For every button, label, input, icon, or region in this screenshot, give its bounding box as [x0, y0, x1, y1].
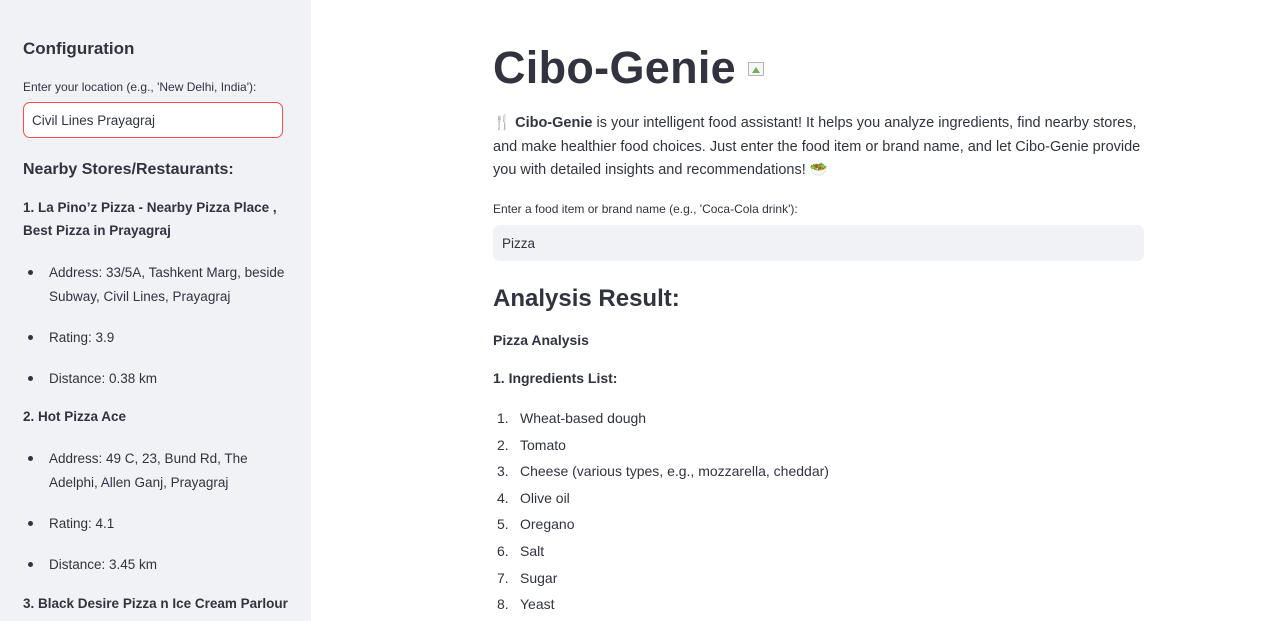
store-distance: Distance: 3.45 km [28, 553, 289, 577]
store-rating: Rating: 3.9 [28, 326, 289, 350]
list-item: 3. Cheese (various types, e.g., mozzarell… [493, 461, 829, 481]
list-item: 5. Oregano [493, 514, 574, 534]
list-item-text: Tomato [520, 437, 566, 453]
list-item: 4. Olive oil [493, 488, 570, 508]
list-item-number: 6. [497, 543, 509, 559]
main-content: Cibo-Genie 🍴 Cibo-Genie is your intellig… [311, 0, 1280, 621]
salad-icon: 🥗 [809, 162, 828, 178]
list-item-number: 7. [497, 570, 509, 586]
food-input-value: Pizza [502, 235, 536, 251]
location-input[interactable]: Civil Lines Prayagraj [23, 102, 283, 138]
fork-knife-icon: 🍴 [493, 115, 512, 131]
list-item-number: 5. [497, 516, 509, 532]
list-item-text: Salt [520, 543, 545, 559]
list-item-text: Olive oil [520, 490, 570, 506]
intro-app-name: Cibo-Genie [515, 115, 593, 131]
store-address: Address: 49 C, 23, Bund Rd, The Adelphi,… [28, 447, 289, 494]
list-item-text: Cheese (various types, e.g., mozzarella,… [520, 463, 829, 479]
list-item-text: Oregano [520, 516, 575, 532]
stores-heading: Nearby Stores/Restaurants: [23, 161, 234, 178]
food-input[interactable]: Pizza [493, 225, 1144, 261]
list-item: 7. Sugar [493, 568, 557, 588]
list-item-text: Sugar [520, 570, 558, 586]
store-address: Address: 33/5A, Tashkent Marg, beside Su… [28, 261, 289, 308]
sidebar-title: Configuration [23, 39, 135, 58]
list-item-text: Wheat-based dough [520, 410, 647, 426]
store-rating: Rating: 4.1 [28, 512, 289, 536]
result-heading: Analysis Result: [493, 285, 680, 312]
broken-image-icon [748, 62, 764, 76]
location-label: Enter your location (e.g., 'New Delhi, I… [23, 80, 257, 94]
store-name: 2. Hot Pizza Ace [23, 409, 127, 424]
store-distance: Distance: 0.38 km [28, 367, 289, 391]
list-item: 8. Yeast [493, 594, 555, 614]
store-name: 1. La Pino’z Pizza - Nearby Pizza Place … [23, 200, 277, 238]
analysis-title: Pizza Analysis [493, 332, 589, 348]
list-item-number: 2. [497, 437, 509, 453]
list-item-number: 3. [497, 463, 509, 479]
intro-text: 🍴 Cibo-Genie is your intelligent food as… [493, 112, 1148, 183]
ingredients-title: 1. Ingredients List: [493, 370, 618, 386]
location-input-value: Civil Lines Prayagraj [32, 112, 156, 128]
store-name: 3. Black Desire Pizza n Ice Cream Parlou… [23, 596, 288, 611]
list-item: 6. Salt [493, 541, 544, 561]
list-item-number: 1. [497, 410, 509, 426]
list-item-number: 4. [497, 490, 509, 506]
list-item: 2. Tomato [493, 435, 566, 455]
list-item-text: Yeast [520, 596, 555, 612]
sidebar: Configuration Enter your location (e.g.,… [0, 0, 311, 621]
list-item-number: 8. [497, 596, 509, 612]
app-title: Cibo-Genie [493, 42, 737, 93]
food-input-label: Enter a food item or brand name (e.g., '… [493, 202, 798, 216]
list-item: 1. Wheat-based dough [493, 408, 646, 428]
